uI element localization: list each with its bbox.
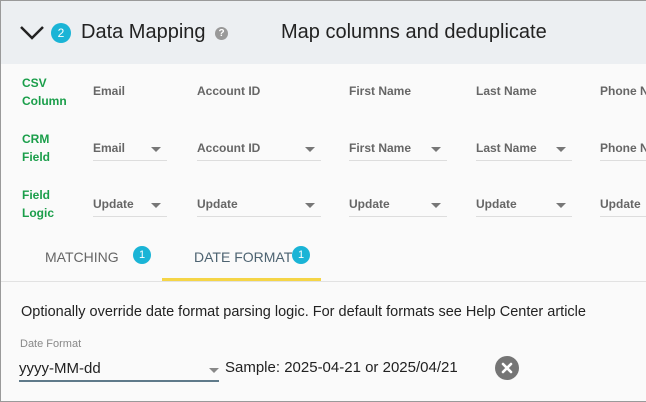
- field-logic-select[interactable]: Update: [349, 193, 447, 217]
- select-value: First Name: [349, 141, 412, 155]
- date-format-sample: Sample: 2025-04-21 or 2025/04/21: [225, 359, 458, 376]
- crm-field-select[interactable]: Email: [93, 137, 167, 161]
- dropdown-arrow-icon: [431, 147, 441, 152]
- dropdown-arrow-icon: [431, 203, 441, 208]
- select-value: Update: [476, 197, 517, 211]
- select-value: Update: [197, 197, 238, 211]
- select-value: Update: [349, 197, 390, 211]
- select-value: Phone N: [600, 141, 646, 155]
- dropdown-arrow-icon: [305, 147, 315, 152]
- date-format-select[interactable]: yyyy-MM-dd: [19, 357, 219, 382]
- clear-icon[interactable]: [495, 356, 519, 380]
- help-icon[interactable]: ?: [215, 27, 228, 40]
- date-format-description: Optionally override date format parsing …: [21, 304, 586, 320]
- tab-label: DATE FORMAT: [194, 249, 293, 265]
- section-header[interactable]: 2 Data Mapping ? Map columns and dedupli…: [1, 1, 646, 64]
- date-format-label: Date Format: [20, 338, 82, 350]
- crm-field-select[interactable]: Phone N: [600, 137, 646, 161]
- field-logic-select[interactable]: Update: [197, 193, 321, 217]
- dropdown-arrow-icon: [305, 203, 315, 208]
- crm-field-select[interactable]: Last Name: [476, 137, 572, 161]
- tab-matching[interactable]: MATCHING 1: [21, 237, 161, 281]
- select-value: Update: [93, 197, 134, 211]
- date-format-value: yyyy-MM-dd: [19, 360, 101, 377]
- select-value: Email: [93, 141, 126, 155]
- crm-field-select[interactable]: Account ID: [197, 137, 321, 161]
- dropdown-arrow-icon: [151, 203, 161, 208]
- section-title: Data Mapping: [81, 21, 206, 43]
- tab-count-badge: 1: [292, 246, 310, 264]
- dropdown-arrow-icon: [556, 203, 566, 208]
- csv-column-header: Account ID: [197, 84, 261, 98]
- tab-count-badge: 1: [133, 246, 151, 264]
- select-value: Account ID: [197, 141, 261, 155]
- row-label-field-logic: Field Logic: [22, 188, 54, 220]
- field-logic-select[interactable]: Update: [93, 193, 167, 217]
- field-logic-select[interactable]: Update: [476, 193, 572, 217]
- csv-column-header: Last Name: [476, 84, 537, 98]
- tab-label: MATCHING: [45, 249, 119, 265]
- tab-date-format[interactable]: DATE FORMAT 1: [162, 237, 321, 281]
- select-value: Update: [600, 197, 641, 211]
- dropdown-arrow-icon: [209, 368, 219, 373]
- csv-column-header: Phone N: [600, 84, 646, 98]
- row-label-csv-column: CSV Column: [22, 76, 67, 108]
- csv-column-header: First Name: [349, 84, 412, 98]
- dropdown-arrow-icon: [556, 147, 566, 152]
- crm-field-select[interactable]: First Name: [349, 137, 447, 161]
- row-label-crm-field: CRM Field: [22, 132, 51, 164]
- chevron-down-icon[interactable]: [19, 25, 45, 41]
- select-value: Last Name: [476, 141, 537, 155]
- step-badge: 2: [51, 23, 71, 43]
- dropdown-arrow-icon: [151, 147, 161, 152]
- csv-column-header: Email: [93, 84, 126, 98]
- data-mapping-panel: 2 Data Mapping ? Map columns and dedupli…: [0, 0, 646, 402]
- field-logic-select[interactable]: Update: [600, 193, 646, 217]
- section-subtitle: Map columns and deduplicate: [281, 21, 547, 43]
